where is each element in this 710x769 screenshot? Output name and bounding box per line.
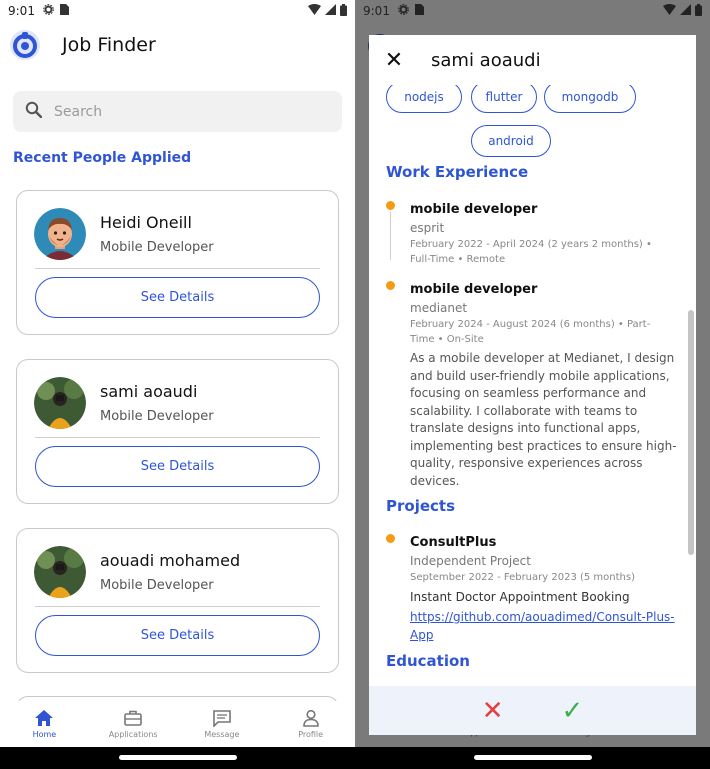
scrollbar[interactable]: [688, 310, 694, 555]
home-screen: 9:01 Job Finder Search Recent People App…: [0, 0, 355, 769]
applicant-name: sami aoaudi: [100, 382, 198, 401]
nav-home[interactable]: Home: [0, 701, 89, 747]
applicant-role: Mobile Developer: [100, 240, 214, 255]
sheet-title: sami aoaudi: [431, 49, 541, 71]
work-company: esprit: [410, 221, 445, 235]
home-icon: [35, 710, 54, 726]
timeline-dot: [386, 534, 395, 543]
nav-message[interactable]: Message: [178, 701, 267, 747]
applicant-role: Mobile Developer: [100, 578, 214, 593]
work-company: medianet: [410, 301, 468, 315]
search-icon: [25, 101, 43, 122]
timeline-line: [390, 212, 391, 260]
card-divider: [35, 268, 320, 269]
app-bar: Job Finder: [8, 28, 156, 62]
card-divider: [35, 437, 320, 438]
work-meta: February 2022 - April 2024 (2 years 2 mo…: [410, 239, 652, 265]
app-logo-icon: [8, 28, 42, 62]
project-link[interactable]: https://github.com/aouadimed/Consult-Plu…: [410, 608, 680, 644]
search-input[interactable]: Search: [13, 91, 342, 132]
cell-signal-icon: [325, 4, 336, 18]
system-gesture-bar: [0, 747, 355, 769]
recent-applicants-title: Recent People Applied: [13, 150, 192, 166]
applicant-card: Heidi Oneill Mobile Developer See Detail…: [16, 190, 339, 335]
nav-message-label: Message: [204, 730, 240, 739]
system-gesture-bar: [355, 747, 710, 769]
gesture-handle[interactable]: [473, 755, 592, 760]
settings-gear-icon: [398, 4, 409, 18]
nav-profile-label: Profile: [298, 730, 324, 739]
avatar: [34, 546, 86, 598]
see-details-button[interactable]: See Details: [35, 615, 320, 656]
message-icon: [213, 710, 231, 727]
work-title: mobile developer: [410, 202, 538, 217]
battery-icon: [340, 3, 347, 19]
avatar: [34, 377, 86, 429]
education-heading: Education: [386, 652, 470, 670]
project-title: ConsultPlus: [410, 535, 497, 550]
skill-chip: android: [471, 125, 551, 157]
wifi-icon: [308, 4, 321, 18]
nav-applications-label: Applications: [108, 730, 158, 739]
project-description: Instant Doctor Appointment Booking: [410, 590, 630, 604]
skill-chip: flutter: [471, 81, 537, 113]
cell-signal-icon: [680, 4, 691, 18]
project-type: Independent Project: [410, 554, 531, 568]
applicant-detail-sheet: ✕ sami aoaudi nodejs flutter mongodb and…: [369, 35, 696, 735]
bottom-navigation: Home Applications Message Profile: [0, 701, 355, 747]
nav-applications[interactable]: Applications: [89, 701, 178, 747]
profile-icon: [302, 709, 319, 727]
projects-heading: Projects: [386, 497, 456, 515]
work-experience-heading: Work Experience: [386, 163, 529, 181]
close-icon[interactable]: ✕: [369, 35, 419, 85]
gesture-handle[interactable]: [118, 755, 237, 760]
applicant-role: Mobile Developer: [100, 409, 214, 424]
sim-card-icon: [59, 4, 69, 18]
see-details-button[interactable]: See Details: [35, 277, 320, 318]
applicant-card: aouadi mohamed Mobile Developer See Deta…: [16, 528, 339, 673]
work-meta: February 2024 - August 2024 (6 months) •…: [410, 319, 651, 345]
applicant-name: Heidi Oneill: [100, 213, 192, 232]
decision-bar: ✕ ✓: [369, 686, 696, 735]
project-meta: September 2022 - February 2023 (5 months…: [410, 572, 635, 583]
work-title: mobile developer: [410, 282, 538, 297]
applicant-card: sami aoaudi Mobile Developer See Details: [16, 359, 339, 504]
work-description: As a mobile developer at Medianet, I des…: [410, 351, 677, 488]
sim-card-icon: [414, 4, 424, 18]
card-divider: [35, 606, 320, 607]
settings-gear-icon: [43, 4, 54, 18]
status-time: 9:01: [8, 4, 35, 18]
nav-profile[interactable]: Profile: [266, 701, 355, 747]
applicant-name: aouadi mohamed: [100, 551, 241, 570]
wifi-icon: [663, 4, 676, 18]
sheet-header: ✕ sami aoaudi: [369, 35, 696, 85]
battery-icon: [695, 3, 702, 19]
accept-check-icon[interactable]: ✓: [562, 698, 584, 724]
briefcase-icon: [124, 710, 142, 726]
skill-chip: nodejs: [386, 81, 462, 113]
nav-home-label: Home: [32, 730, 57, 739]
search-placeholder: Search: [54, 103, 103, 120]
status-bar: 9:01: [0, 0, 355, 22]
app-title: Job Finder: [62, 34, 156, 56]
status-bar: 9:01: [355, 0, 710, 22]
status-time: 9:01: [363, 4, 390, 18]
skill-chip: mongodb: [544, 81, 636, 113]
timeline-dot: [386, 281, 395, 290]
reject-icon[interactable]: ✕: [482, 698, 504, 724]
see-details-button[interactable]: See Details: [35, 446, 320, 487]
avatar: [34, 208, 86, 260]
timeline-dot: [386, 201, 395, 210]
